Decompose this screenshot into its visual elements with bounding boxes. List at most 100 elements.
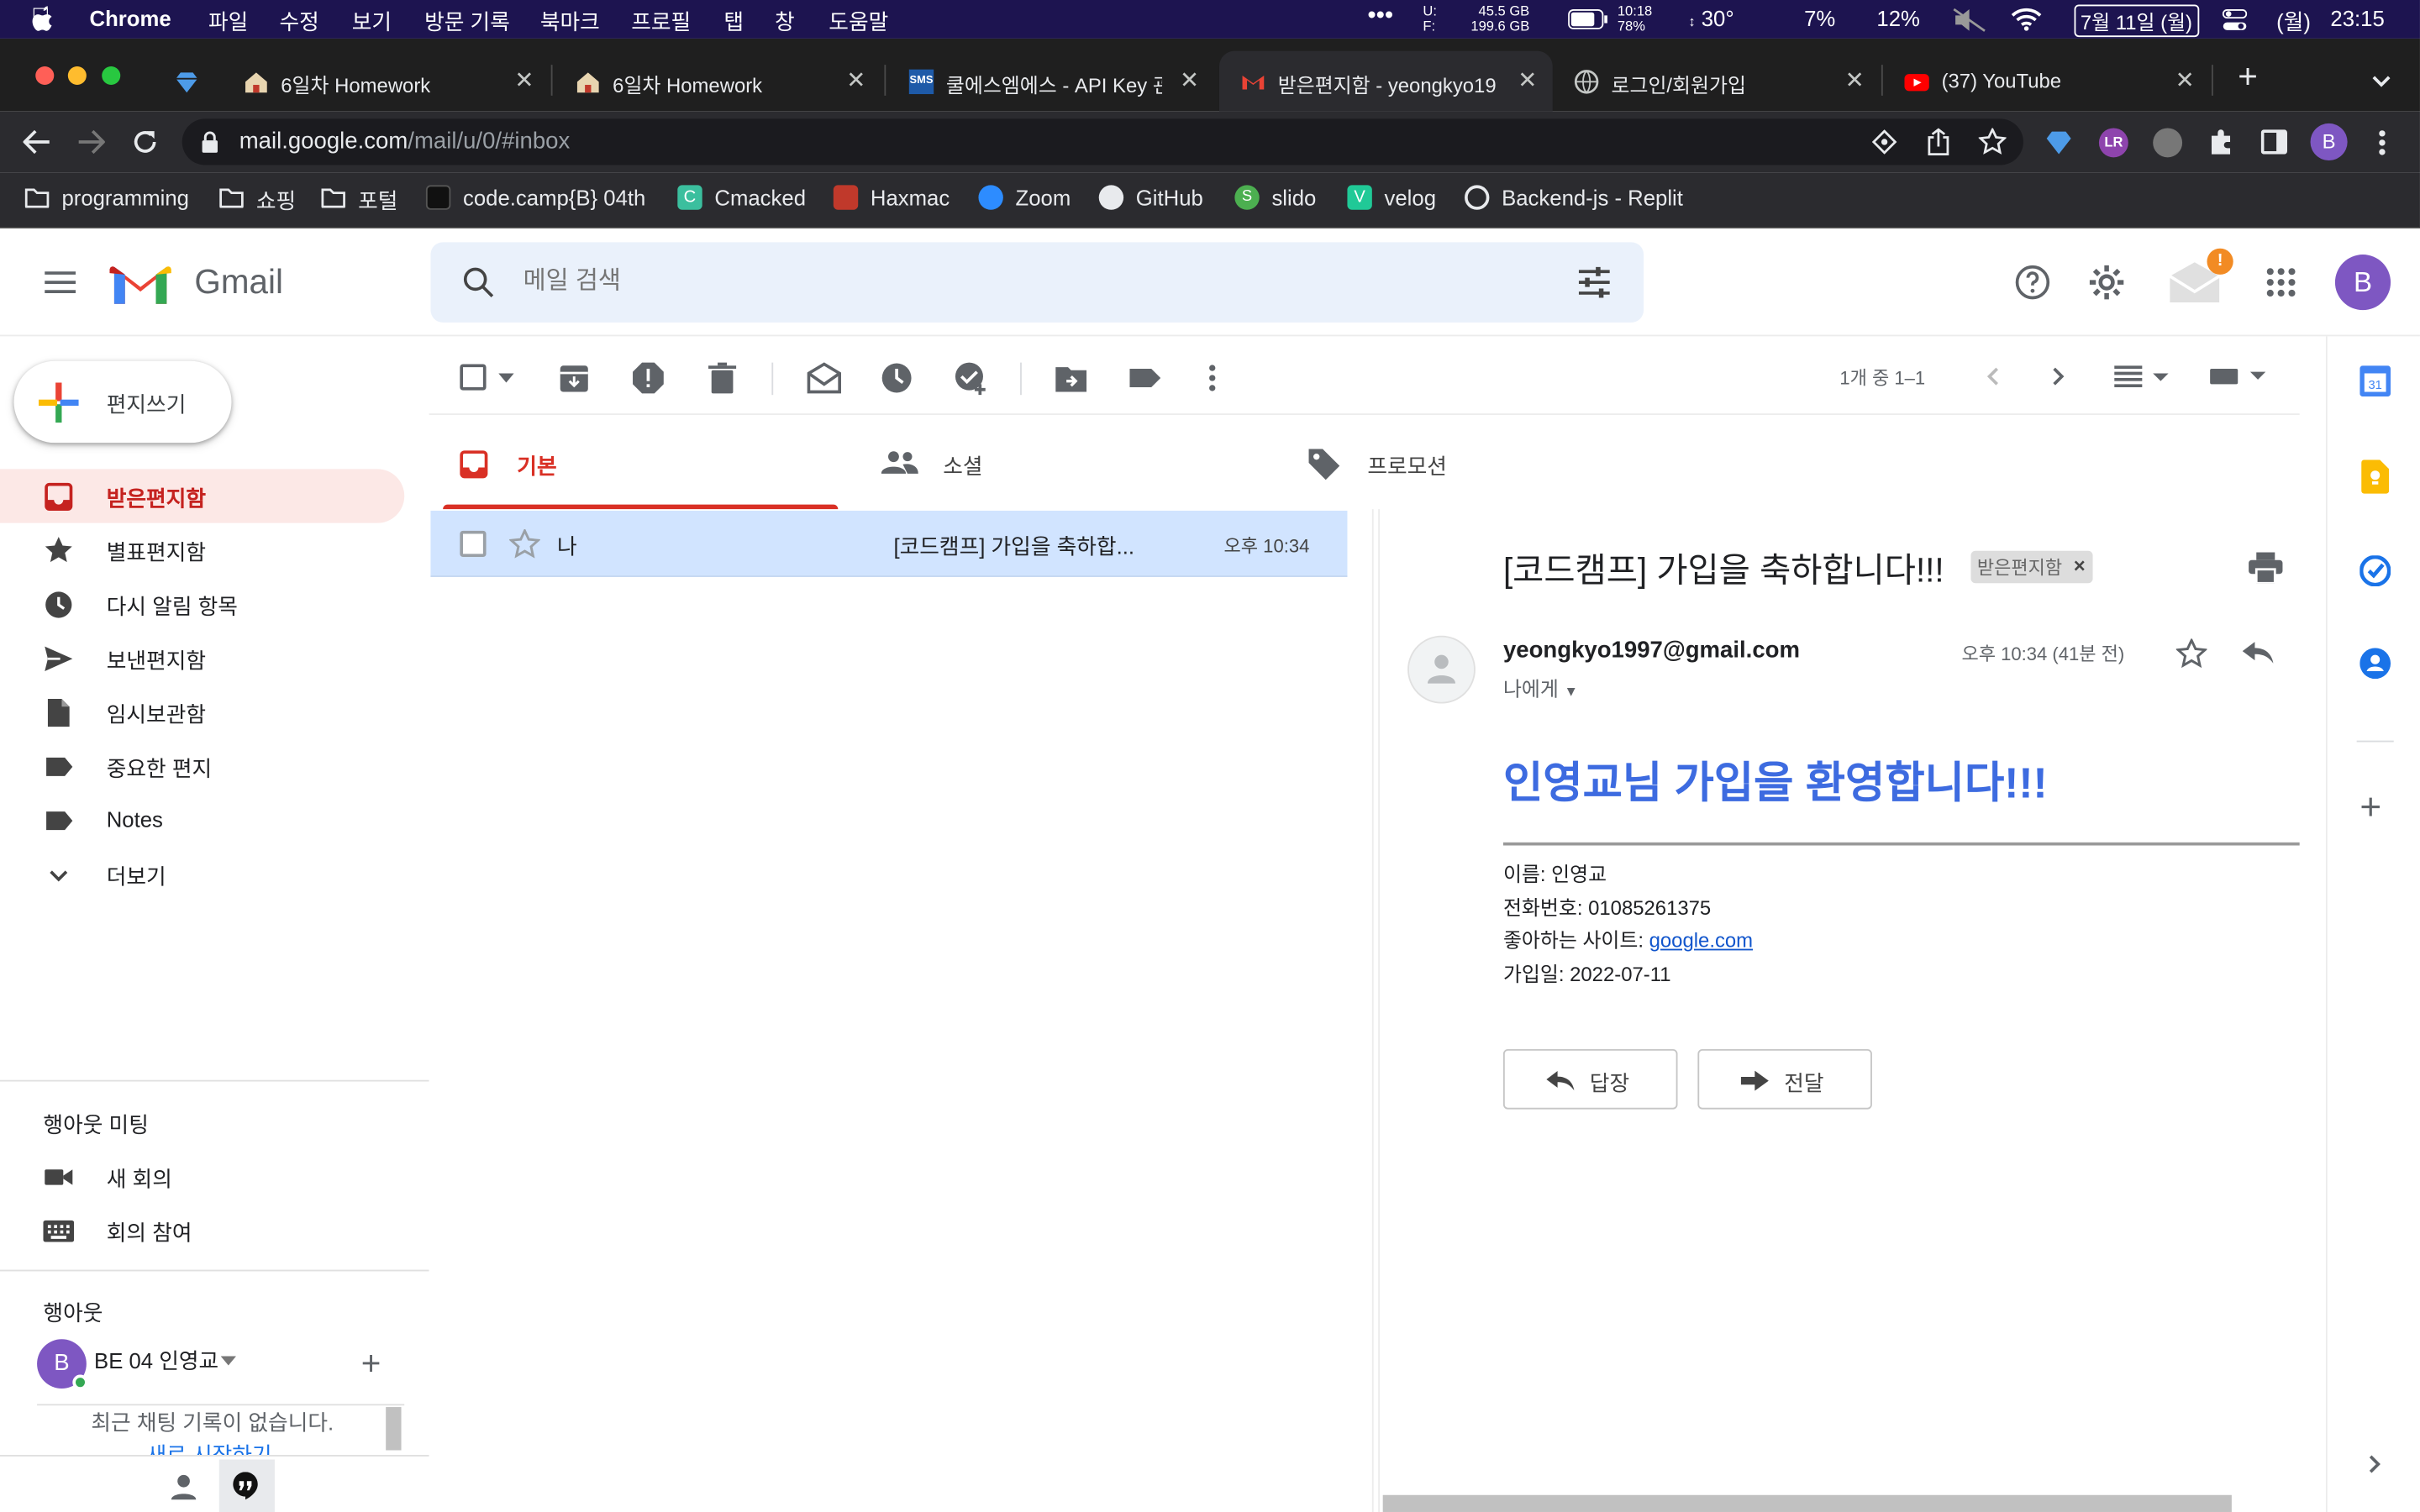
email-row-selected[interactable]: 나 [코드캠프] 가입을 축하합... 오후 10:34 [430, 511, 1347, 577]
tab-gmail-inbox[interactable]: 받은편지함 - yeongkyo1997 ✕ [1218, 50, 1553, 112]
more-menu-icon[interactable]: ••• [1367, 3, 1393, 31]
search-options-icon[interactable] [1577, 266, 1611, 298]
nav-starred[interactable]: 별표편지함 [0, 523, 404, 577]
back-arrow-icon[interactable] [23, 129, 51, 155]
apps-grid-icon[interactable] [2265, 267, 2296, 298]
add-to-tasks-icon[interactable] [954, 361, 987, 396]
nav-inbox[interactable]: 받은편지함 [0, 469, 405, 523]
window-minimize-button[interactable] [67, 66, 87, 86]
tab-category-social[interactable]: 소셜 [869, 426, 1264, 509]
control-center-icon[interactable] [2222, 9, 2248, 31]
window-zoom-button[interactable] [102, 66, 121, 86]
side-panel-icon[interactable] [2260, 129, 2287, 155]
menu-history[interactable]: 방문 기록 [424, 6, 510, 37]
message-from[interactable]: yeongkyo1997@gmail.com [1503, 638, 1800, 664]
print-icon[interactable] [2249, 552, 2283, 584]
date-display[interactable]: 7월 11일 (월) [2074, 4, 2199, 38]
star-outline-icon[interactable] [509, 528, 540, 559]
hangouts-user[interactable]: B BE 04 인영교 [37, 1339, 392, 1390]
extension-diamond-icon[interactable] [2045, 128, 2073, 155]
wifi-icon[interactable] [2011, 8, 2042, 31]
help-icon[interactable] [2014, 264, 2051, 301]
url-text[interactable]: mail.google.com/mail/u/0/#inbox [239, 128, 571, 154]
tab-close-icon[interactable]: ✕ [1518, 66, 1537, 94]
tab-category-primary[interactable]: 기본 [443, 426, 839, 510]
tab-homework-1[interactable]: 6일차 Homework ✕ [222, 51, 549, 112]
contacts-icon[interactable] [2360, 648, 2391, 680]
star-outline-icon[interactable] [2175, 638, 2207, 669]
forward-arrow-icon[interactable] [77, 129, 105, 155]
reply-arrow-icon[interactable] [2242, 642, 2274, 664]
settings-gear-icon[interactable] [2088, 264, 2125, 301]
eye-slash-icon[interactable] [1871, 129, 1897, 155]
more-options-icon[interactable] [1208, 364, 1216, 391]
tab-homework-2[interactable]: 6일차 Homework ✕ [554, 51, 881, 112]
nav-sent[interactable]: 보낸편지함 [0, 631, 404, 685]
puzzle-extensions-icon[interactable] [2207, 128, 2234, 155]
compose-button[interactable]: 편지쓰기 [13, 360, 232, 444]
menu-file[interactable]: 파일 [208, 6, 248, 37]
scrollbar-thumb[interactable] [386, 1407, 402, 1451]
nav-snoozed[interactable]: 다시 알림 항목 [0, 577, 404, 631]
extension-circle-icon[interactable] [2153, 128, 2183, 158]
keep-notes-icon[interactable] [2361, 459, 2390, 494]
label-tag-icon[interactable] [1128, 361, 1162, 395]
menu-help[interactable]: 도움말 [829, 6, 888, 37]
nav-drafts[interactable]: 임시보관함 [0, 685, 404, 738]
horizontal-scrollbar[interactable] [1382, 1494, 2232, 1512]
battery-icon[interactable] [1568, 9, 1608, 29]
get-addons-plus-icon[interactable]: + [2360, 789, 2381, 827]
profile-avatar[interactable]: B [2310, 123, 2348, 161]
menu-profile[interactable]: 프로필 [631, 6, 691, 37]
tab-login[interactable]: 로그인/회원가입 ✕ [1553, 51, 1880, 112]
share-icon[interactable] [1926, 128, 1950, 156]
hamburger-menu-icon[interactable] [43, 270, 76, 294]
expand-panel-chevron-icon[interactable] [2369, 1455, 2381, 1473]
hangouts-quote-icon[interactable] [232, 1472, 260, 1500]
tab-youtube[interactable]: (37) YouTube ✕ [1883, 51, 2210, 112]
menu-tab[interactable]: 탭 [723, 6, 744, 37]
app-menu-chrome[interactable]: Chrome [90, 6, 171, 30]
calendar-icon[interactable]: 31 [2360, 365, 2391, 397]
row-checkbox[interactable] [460, 530, 487, 558]
address-bar[interactable]: mail.google.com/mail/u/0/#inbox [182, 118, 2023, 165]
site-link[interactable]: google.com [1649, 929, 1753, 953]
older-chevron-right-icon[interactable] [2053, 367, 2065, 386]
meet-join-meeting[interactable]: 회의 참여 [0, 1204, 404, 1257]
person-icon[interactable] [170, 1473, 197, 1501]
message-to[interactable]: 나에게 ▼ [1503, 673, 1578, 702]
nav-notes[interactable]: Notes [0, 793, 404, 847]
reply-button[interactable]: 답장 [1502, 1048, 1678, 1110]
archive-icon[interactable] [557, 361, 591, 395]
search-icon[interactable] [463, 267, 494, 298]
gmail-logo-icon[interactable] [109, 258, 171, 304]
new-tab-icon[interactable]: + [2238, 60, 2258, 94]
window-close-button[interactable] [35, 66, 55, 86]
remove-label-icon[interactable]: × [2074, 554, 2086, 577]
select-all-checkbox[interactable] [460, 364, 487, 391]
report-spam-icon[interactable] [631, 361, 665, 395]
move-to-folder-icon[interactable] [1054, 361, 1087, 395]
split-pane-divider[interactable] [1371, 509, 1374, 1512]
menu-edit[interactable]: 수정 [279, 6, 318, 37]
extension-lr-icon[interactable]: LR [2098, 128, 2128, 158]
search-bar[interactable] [430, 242, 1644, 323]
clock[interactable]: 23:15 [2330, 6, 2384, 30]
tab-close-icon[interactable]: ✕ [2175, 66, 2195, 94]
select-caret-icon[interactable] [498, 373, 514, 383]
input-tools-keyboard-icon[interactable] [2208, 365, 2267, 387]
nav-more[interactable]: 더보기 [0, 847, 404, 900]
forward-button[interactable]: 전달 [1697, 1048, 1872, 1110]
menu-bookmarks[interactable]: 북마크 [540, 6, 600, 37]
menu-view[interactable]: 보기 [352, 6, 392, 37]
newer-chevron-left-icon[interactable] [1986, 367, 1999, 386]
search-input[interactable] [523, 264, 1449, 302]
tab-close-icon[interactable]: ✕ [514, 66, 534, 94]
tasks-icon[interactable] [2360, 555, 2391, 586]
add-contact-icon[interactable]: + [361, 1344, 381, 1384]
tab-close-icon[interactable]: ✕ [1845, 66, 1865, 94]
label-chip[interactable]: 받은편지함 × [1970, 550, 2093, 584]
mark-as-read-icon[interactable] [807, 361, 842, 395]
tab-close-icon[interactable]: ✕ [846, 66, 865, 94]
split-pane-toggle-icon[interactable] [2112, 365, 2169, 388]
